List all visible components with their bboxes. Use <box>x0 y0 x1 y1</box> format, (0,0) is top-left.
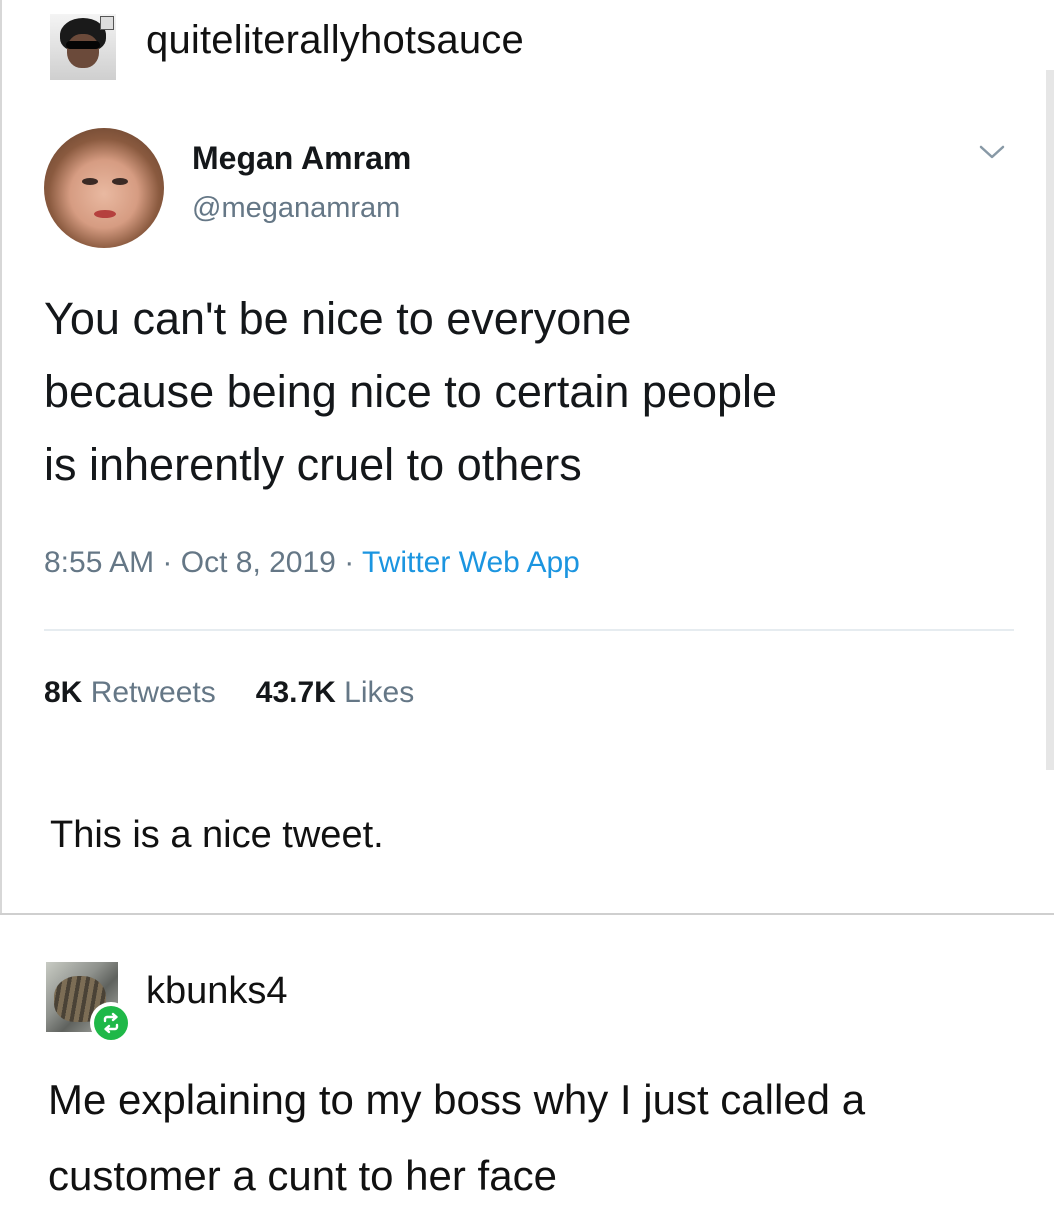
likes-label: Likes <box>344 676 415 709</box>
reblog-comment-line: customer a cunt to her face <box>48 1152 557 1199</box>
tweet-menu-button <box>972 132 1012 172</box>
reblog-comment-line: Me explaining to my boss why I just call… <box>48 1076 866 1123</box>
tweet-text-line: because being nice to certain people <box>44 366 778 417</box>
meta-separator: · <box>335 546 362 579</box>
post-comment: This is a nice tweet. <box>50 814 384 856</box>
reblog-badge <box>90 1002 132 1044</box>
tweet-text-line: is inherently cruel to others <box>44 439 582 490</box>
tweet-time: 8:55 AM <box>44 546 155 579</box>
tweet-text: You can't be nice to everyone because be… <box>44 282 1034 501</box>
meta-separator: · <box>154 546 181 579</box>
scrollbar[interactable] <box>1046 70 1054 770</box>
tweet-source: Twitter Web App <box>361 546 580 579</box>
reblogger-name-link[interactable]: kbunks4 <box>146 970 288 1013</box>
tweet-divider <box>44 629 1014 631</box>
tweet-metadata: 8:55 AM · Oct 8, 2019 · Twitter Web App <box>44 546 580 580</box>
likes-count: 43.7K <box>255 676 336 709</box>
tweet-text-line: You can't be nice to everyone <box>44 293 632 344</box>
blog-name-link[interactable]: quiteliterallyhotsauce <box>146 18 524 63</box>
retweets-count: 8K <box>44 676 83 709</box>
reblog-icon <box>103 1012 119 1034</box>
reblog-comment: Me explaining to my boss why I just call… <box>48 1062 1038 1214</box>
tweet-author-avatar <box>44 128 164 248</box>
tweet-date: Oct 8, 2019 <box>180 546 336 579</box>
chevron-down-icon <box>979 145 1005 159</box>
tweet-author-name: Megan Amram <box>192 140 412 176</box>
tweet-author-handle: @meganamram <box>192 192 401 224</box>
retweets-label: Retweets <box>90 676 216 709</box>
tweet-stats: 8K Retweets 43.7K Likes <box>44 676 414 710</box>
post-divider <box>0 913 1054 915</box>
original-post: quiteliterallyhotsauce Megan Amram @mega… <box>0 0 1054 913</box>
blog-avatar[interactable] <box>50 14 116 80</box>
